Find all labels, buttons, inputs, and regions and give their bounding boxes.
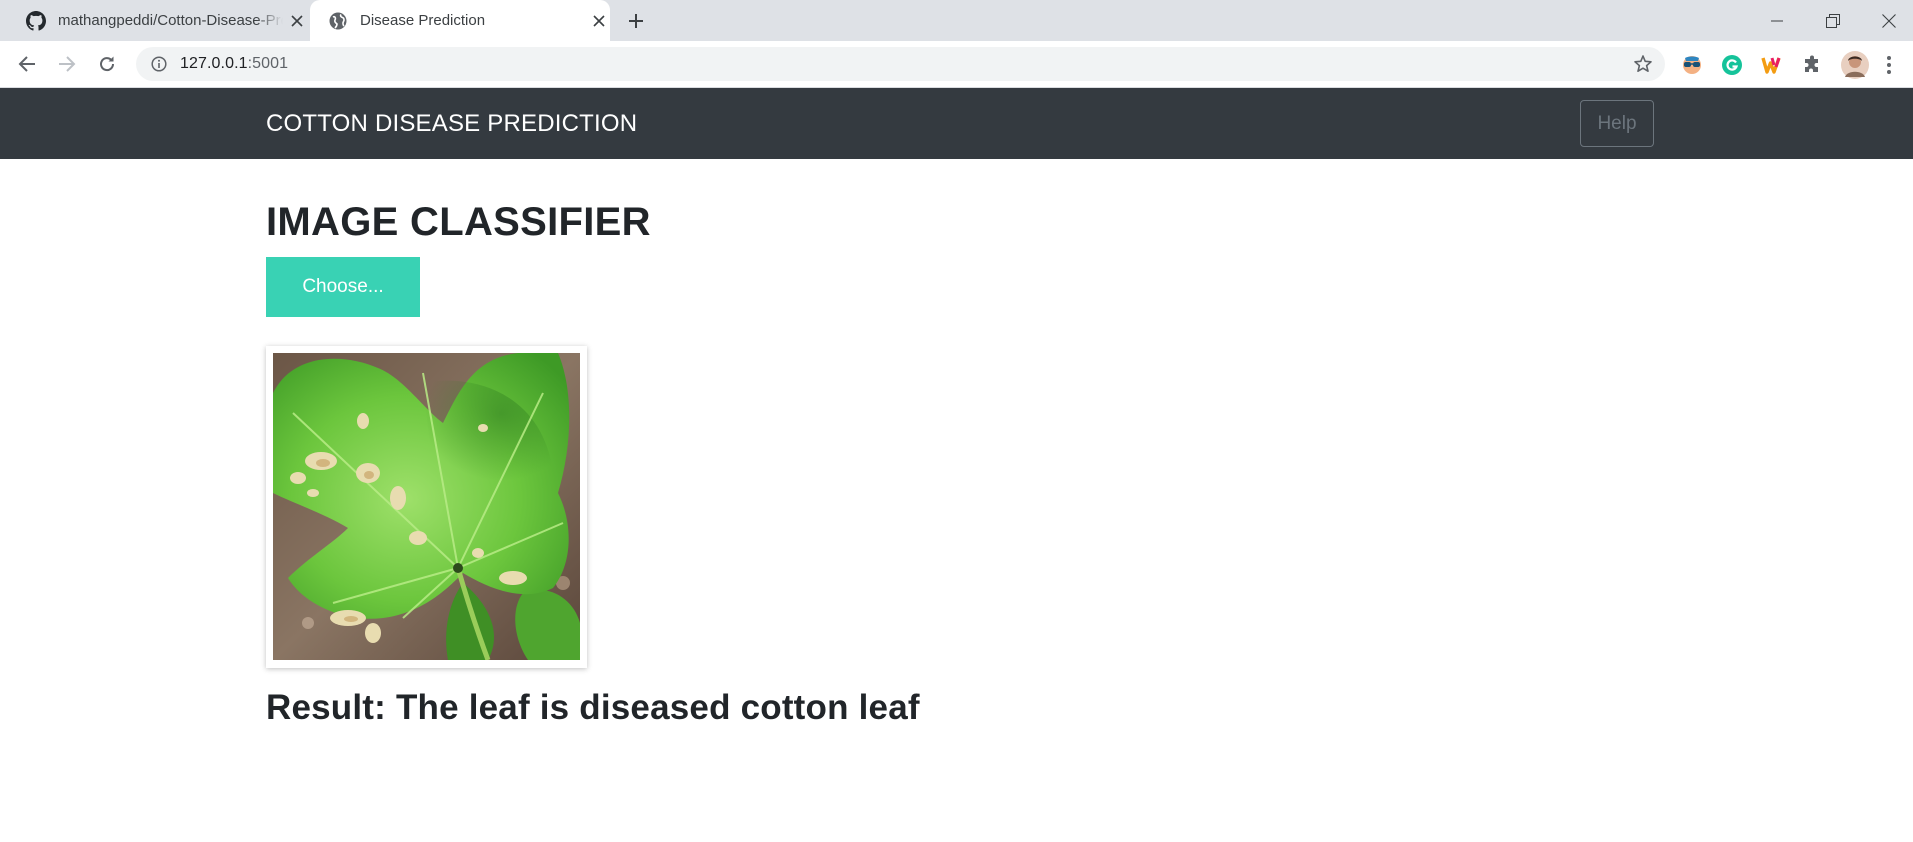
prediction-result: Result: The leaf is diseased cotton leaf (266, 688, 920, 727)
info-icon[interactable] (150, 55, 168, 73)
address-bar[interactable]: 127.0.0.1:5001 (136, 47, 1665, 81)
minimize-icon (1771, 20, 1783, 21)
new-tab-button[interactable] (622, 9, 650, 33)
site-navbar: COTTON DISEASE PREDICTION Help (0, 88, 1913, 159)
close-icon[interactable] (589, 11, 609, 31)
back-button[interactable] (12, 49, 42, 79)
browser-toolbar: 127.0.0.1:5001 (0, 41, 1913, 88)
close-icon (1882, 13, 1896, 28)
avatar[interactable] (1840, 50, 1870, 80)
address-url[interactable]: 127.0.0.1:5001 (180, 55, 288, 73)
brand-title[interactable]: COTTON DISEASE PREDICTION (266, 110, 637, 138)
forward-button[interactable] (52, 49, 82, 79)
browser-tab-disease-prediction[interactable]: Disease Prediction (310, 0, 610, 41)
help-button[interactable]: Help (1580, 100, 1654, 147)
arrow-left-icon (18, 56, 35, 72)
image-preview (266, 346, 587, 668)
browser-tab-github[interactable]: mathangpeddi/Cotton-Disease-Prediction (8, 0, 308, 41)
minimize-button[interactable] (1749, 0, 1805, 41)
extension-glasses-icon[interactable] (1680, 53, 1704, 77)
url-port: :5001 (247, 55, 289, 72)
globe-icon (329, 12, 347, 29)
browser-tab-strip: mathangpeddi/Cotton-Disease-Prediction D… (0, 0, 1913, 41)
extension-w-icon[interactable] (1760, 53, 1784, 77)
tab-title: Disease Prediction (360, 12, 486, 29)
restore-button[interactable] (1805, 0, 1861, 41)
more-menu-icon[interactable] (1886, 55, 1892, 75)
url-host: 127.0.0.1 (180, 55, 248, 72)
page-title: IMAGE CLASSIFIER (266, 200, 651, 244)
reload-button[interactable] (92, 49, 122, 79)
github-icon (26, 10, 46, 31)
arrow-right-icon (59, 56, 76, 72)
grammarly-icon[interactable] (1720, 53, 1744, 77)
close-icon[interactable] (287, 11, 307, 31)
plus-icon (629, 14, 643, 28)
bookmark-star-icon[interactable] (1633, 54, 1653, 74)
cotton-leaf-image (273, 353, 580, 660)
reload-icon (100, 56, 115, 72)
choose-file-button[interactable]: Choose... (266, 257, 420, 317)
restore-icon (1826, 13, 1840, 28)
close-window-button[interactable] (1861, 0, 1913, 41)
puzzle-icon[interactable] (1800, 53, 1824, 77)
tab-title: mathangpeddi/Cotton-Disease-Prediction (58, 12, 283, 29)
